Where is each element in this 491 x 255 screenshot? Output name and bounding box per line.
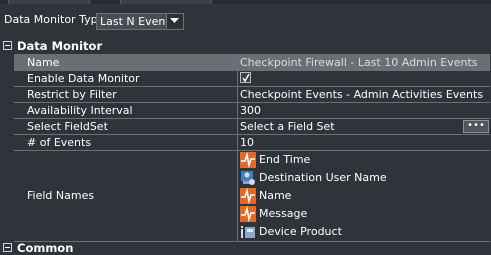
property-key: Select FieldSet — [14, 119, 238, 134]
property-grid: Name Checkpoint Firewall - Last 10 Admin… — [14, 54, 490, 242]
grid-gutter — [0, 54, 14, 240]
event-field-icon — [240, 206, 256, 222]
collapse-toggle-icon[interactable] — [3, 243, 12, 252]
property-row-fieldset[interactable]: Select FieldSet Select a Field Set ••• — [14, 119, 490, 135]
field-label: Destination User Name — [259, 171, 387, 184]
event-field-icon — [240, 188, 256, 204]
events-count-value[interactable]: 10 — [238, 135, 490, 150]
property-row-enable[interactable]: Enable Data Monitor — [14, 71, 490, 87]
availability-interval-value[interactable]: 300 — [238, 103, 490, 118]
property-row-availability[interactable]: Availability Interval 300 — [14, 103, 490, 119]
property-key: Name — [14, 55, 238, 70]
fieldset-value[interactable]: Select a Field Set — [238, 119, 490, 134]
property-row-events[interactable]: # of Events 10 — [14, 135, 490, 151]
section-data-monitor: Data Monitor — [0, 39, 491, 53]
property-key: Restrict by Filter — [14, 87, 238, 102]
user-field-icon — [241, 171, 255, 185]
device-field-icon — [241, 226, 255, 238]
dropdown-arrow-icon[interactable] — [166, 14, 183, 29]
property-row-name[interactable]: Name Checkpoint Firewall - Last 10 Admin… — [14, 55, 490, 71]
property-row-field-names[interactable]: Field Names End Time Destination User Na… — [14, 151, 490, 242]
data-monitor-type-label: Data Monitor Type — [4, 13, 105, 26]
section-common: Common — [0, 241, 491, 255]
restrict-filter-value[interactable]: Checkpoint Events - Admin Activities Eve… — [238, 87, 490, 102]
section-title: Data Monitor — [17, 39, 103, 53]
field-label: Device Product — [259, 225, 342, 238]
property-key: Field Names — [14, 151, 238, 241]
name-value-field[interactable]: Checkpoint Firewall - Last 10 Admin Even… — [238, 55, 490, 70]
field-label: End Time — [259, 153, 311, 166]
property-key: Availability Interval — [14, 103, 238, 118]
browse-fieldset-button[interactable]: ••• — [463, 120, 489, 133]
field-names-list: End Time Destination User Name Name Mess… — [238, 151, 490, 241]
toolbar: Data Monitor Type Last N Events — [0, 4, 491, 34]
data-monitor-type-select[interactable]: Last N Events — [96, 13, 184, 30]
field-label: Name — [259, 189, 292, 202]
enable-data-monitor-checkbox[interactable] — [240, 72, 251, 83]
property-key: Enable Data Monitor — [14, 71, 238, 86]
property-key: # of Events — [14, 135, 238, 150]
collapse-toggle-icon[interactable] — [3, 41, 12, 50]
section-title: Common — [17, 241, 74, 255]
property-row-restrict[interactable]: Restrict by Filter Checkpoint Events - A… — [14, 87, 490, 103]
enable-value — [238, 71, 490, 86]
field-label: Message — [259, 207, 308, 220]
event-field-icon — [240, 152, 256, 168]
data-monitor-type-value: Last N Events — [100, 15, 176, 28]
